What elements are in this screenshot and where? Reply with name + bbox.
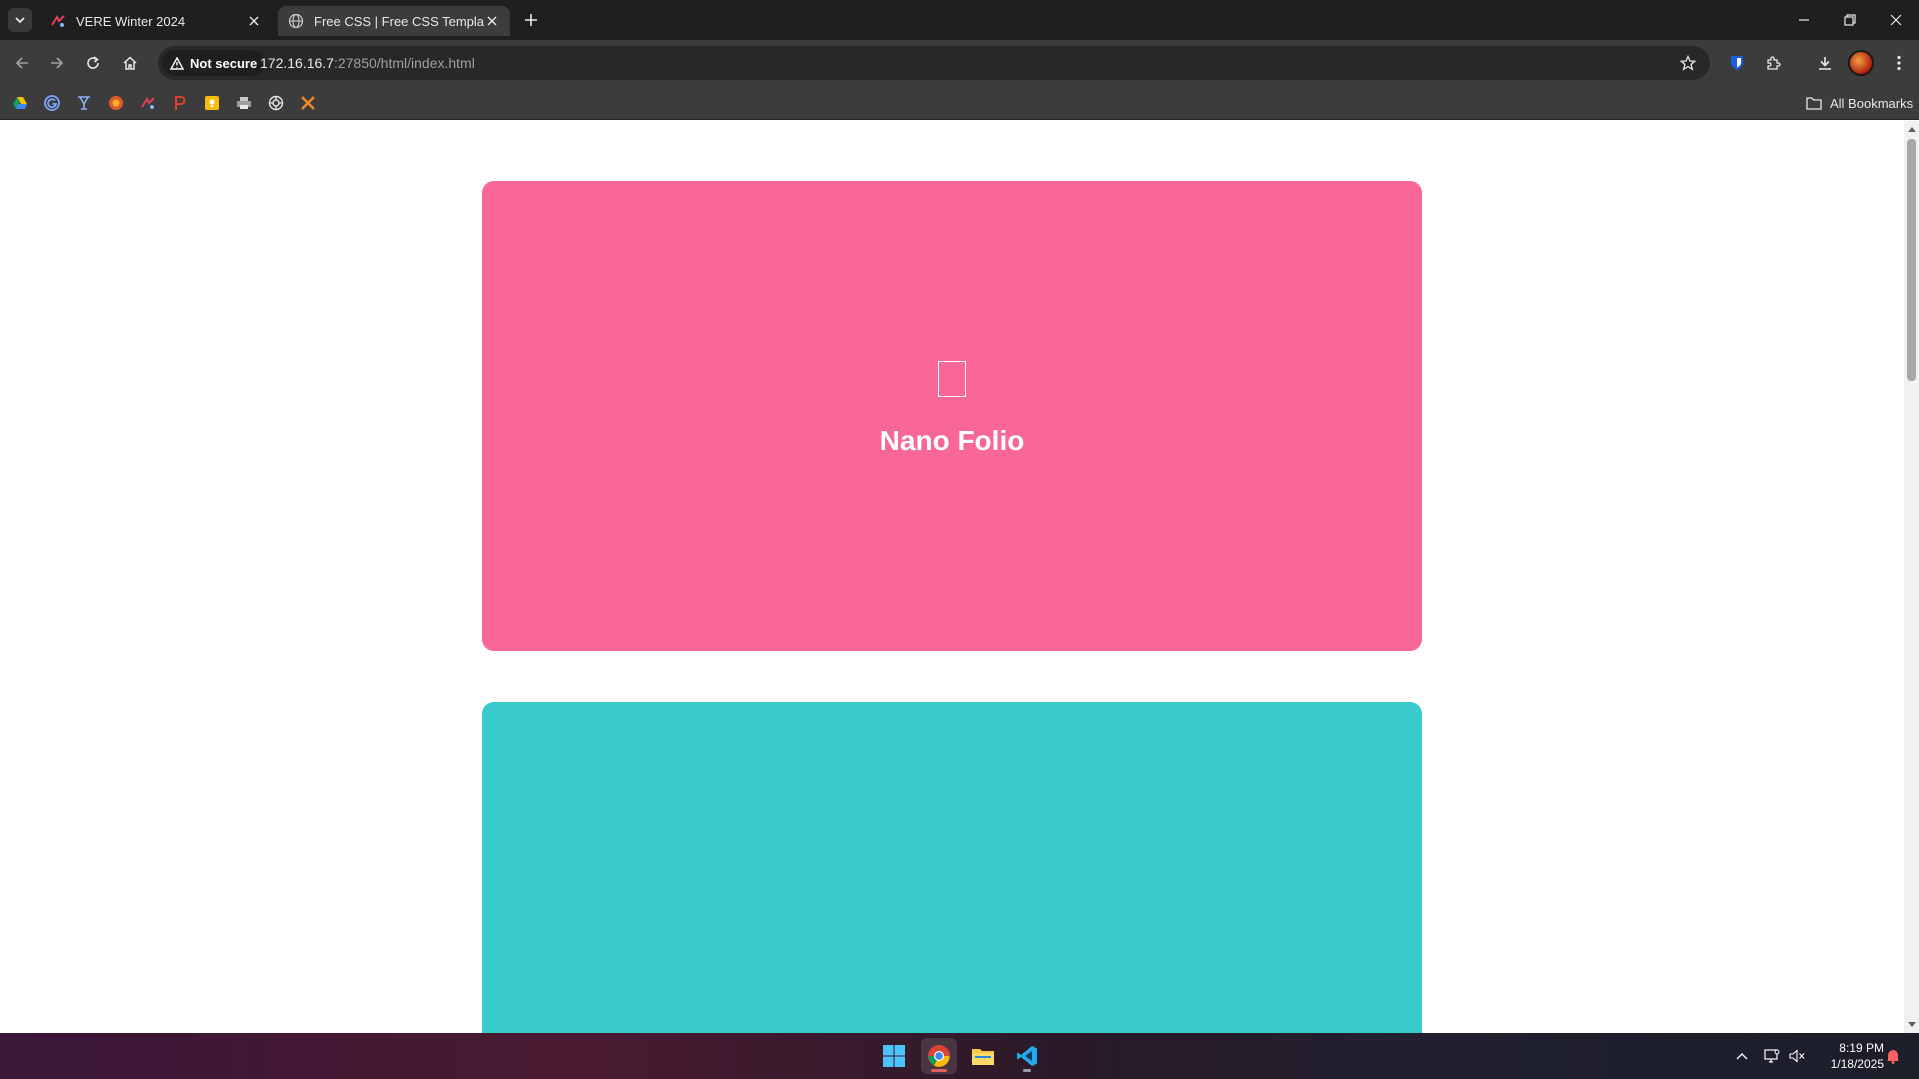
- system-clock[interactable]: 8:19 PM 1/18/2025: [1808, 1040, 1884, 1072]
- profile-avatar[interactable]: [1848, 50, 1874, 76]
- minimize-button[interactable]: [1781, 0, 1827, 40]
- active-app-indicator: [931, 1069, 947, 1072]
- globe-icon: [288, 13, 304, 29]
- network-icon[interactable]: [1760, 1033, 1784, 1079]
- chevron-up-icon: [1736, 1053, 1748, 1060]
- page-scrollbar[interactable]: [1904, 121, 1919, 1033]
- scroll-up-arrow-icon[interactable]: [1904, 121, 1919, 137]
- restore-button[interactable]: [1827, 0, 1873, 40]
- vere-icon[interactable]: [139, 94, 157, 112]
- arrow-right-icon: [51, 57, 64, 69]
- tab-free-css[interactable]: Free CSS | Free CSS Templates |: [278, 6, 510, 36]
- vere-logo-icon: [51, 14, 65, 27]
- all-bookmarks-label: All Bookmarks: [1830, 95, 1914, 111]
- site-security-chip[interactable]: Not secure: [162, 50, 266, 76]
- menu-button[interactable]: [1884, 48, 1914, 78]
- star-icon: [1680, 55, 1696, 71]
- bitwarden-extension-button[interactable]: [1722, 48, 1752, 78]
- portfolio-card-nano-folio[interactable]: Nano Folio: [482, 181, 1422, 651]
- browser-toolbar: Not secure 172.16.16.7:27850/html/index.…: [0, 40, 1919, 86]
- clock-date: 1/18/2025: [1830, 1057, 1884, 1071]
- openai-icon[interactable]: [267, 94, 285, 112]
- minimize-icon: [1799, 19, 1809, 21]
- grammarly-icon[interactable]: [43, 94, 61, 112]
- tab-title: VERE Winter 2024: [76, 13, 186, 29]
- windows-start-icon[interactable]: [876, 1038, 912, 1074]
- plus-icon: [525, 14, 537, 26]
- keep-icon[interactable]: [203, 94, 221, 112]
- tab-search-button[interactable]: [8, 8, 32, 32]
- puzzle-icon: [1767, 56, 1781, 70]
- card-title: Nano Folio: [879, 425, 1025, 456]
- scrollbar-thumb[interactable]: [1907, 139, 1916, 381]
- chevron-down-icon: [15, 17, 25, 24]
- shield-icon: [1731, 56, 1743, 70]
- page-viewport: Nano Folio: [0, 121, 1919, 1033]
- portfolio-card[interactable]: [482, 702, 1422, 1033]
- arrow-left-icon: [15, 57, 28, 69]
- missing-glyph-icon: [938, 361, 966, 397]
- close-window-button[interactable]: [1873, 0, 1919, 40]
- download-icon: [1819, 57, 1831, 70]
- vscode-icon[interactable]: [1009, 1038, 1045, 1074]
- notification-bell-icon[interactable]: [1882, 1033, 1904, 1079]
- volume-muted-icon[interactable]: [1785, 1033, 1809, 1079]
- clock-time: 8:19 PM: [1839, 1041, 1884, 1055]
- reload-icon: [87, 56, 99, 69]
- security-label: Not secure: [190, 55, 258, 71]
- restore-icon: [1844, 14, 1856, 26]
- new-tab-button[interactable]: [519, 8, 543, 32]
- show-hidden-icons-button[interactable]: [1730, 1033, 1754, 1079]
- url-text[interactable]: 172.16.16.7:27850/html/index.html: [260, 46, 475, 80]
- scroll-down-arrow-icon[interactable]: [1904, 1017, 1919, 1033]
- home-icon: [123, 56, 137, 70]
- reload-button[interactable]: [78, 48, 108, 78]
- downloads-button[interactable]: [1810, 48, 1840, 78]
- address-bar[interactable]: Not secure 172.16.16.7:27850/html/index.…: [158, 46, 1710, 80]
- home-button[interactable]: [115, 48, 145, 78]
- bookmark-star-button[interactable]: [1676, 51, 1700, 75]
- browser-title-bar: VERE Winter 2024 Free CSS | Free CSS Tem…: [0, 0, 1919, 40]
- x-icon[interactable]: [299, 94, 317, 112]
- close-tab-icon[interactable]: [484, 13, 500, 29]
- p-icon[interactable]: [171, 94, 189, 112]
- tab-title: Free CSS | Free CSS Templates |: [314, 13, 484, 29]
- chrome-icon[interactable]: [921, 1038, 957, 1074]
- printer-icon[interactable]: [235, 94, 253, 112]
- back-button[interactable]: [7, 48, 37, 78]
- yale-icon[interactable]: [75, 94, 93, 112]
- forward-button[interactable]: [42, 48, 72, 78]
- firefox-like-icon[interactable]: [107, 94, 125, 112]
- url-host: 172.16.16.7: [260, 55, 334, 71]
- extensions-button[interactable]: [1758, 48, 1788, 78]
- bookmarks-bar: All Bookmarks: [0, 86, 1919, 120]
- running-app-indicator: [1023, 1069, 1031, 1072]
- file-explorer-icon[interactable]: [965, 1038, 1001, 1074]
- url-path: :27850/html/index.html: [333, 55, 475, 71]
- close-icon: [1890, 14, 1902, 26]
- google-drive-icon[interactable]: [11, 94, 29, 112]
- windows-taskbar: 8:19 PM 1/18/2025: [0, 1033, 1919, 1079]
- more-vertical-icon: [1897, 55, 1901, 71]
- warning-icon: [170, 56, 184, 70]
- folder-icon: [1806, 97, 1822, 110]
- close-tab-icon[interactable]: [246, 13, 262, 29]
- all-bookmarks-button[interactable]: All Bookmarks: [1806, 86, 1913, 120]
- tab-vere-winter[interactable]: VERE Winter 2024: [40, 6, 272, 36]
